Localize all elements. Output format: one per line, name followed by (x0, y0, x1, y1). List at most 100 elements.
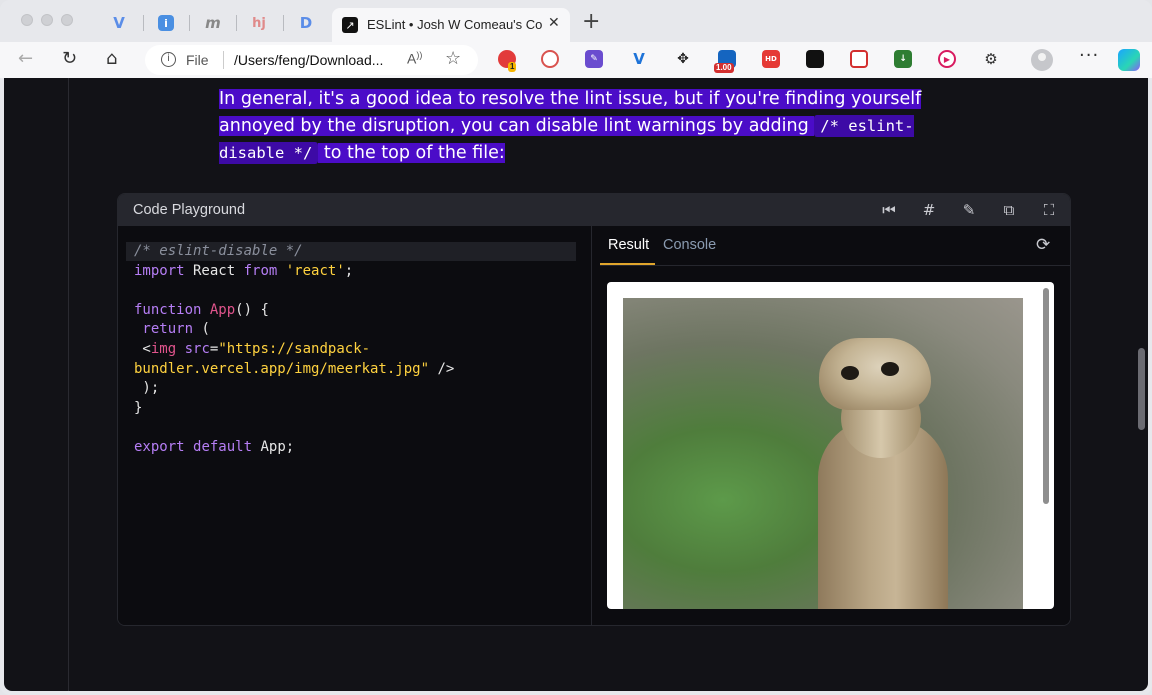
code-token: React (184, 262, 244, 279)
page-scrollbar[interactable] (1138, 348, 1145, 430)
reset-icon[interactable]: ⏮ (878, 200, 900, 222)
code-token: from (243, 262, 278, 279)
code-line[interactable]: import React from 'react'; (134, 262, 353, 281)
zoom-window-button[interactable] (61, 14, 73, 26)
article-paragraph: In general, it's a good idea to resolve … (219, 86, 954, 167)
code-token: import (134, 262, 185, 279)
code-token: function (134, 301, 202, 318)
code-line[interactable]: function App() { (134, 301, 269, 320)
home-icon[interactable]: ⌂ (106, 48, 117, 69)
code-token: ); (134, 380, 160, 397)
open-external-icon[interactable]: ⧉ (998, 200, 1020, 222)
meerkat-eye (841, 366, 859, 380)
code-line[interactable]: ); (134, 379, 159, 398)
code-token: App; (252, 439, 295, 455)
code-playground: Code Playground ⏮ # ✎ ⧉ ⛶ /* eslint-disa… (117, 193, 1071, 626)
edit-extension-icon[interactable]: ✎ (585, 50, 603, 68)
back-icon[interactable]: ← (18, 48, 33, 69)
download-extension-icon[interactable]: ↓ (894, 50, 912, 68)
code-line[interactable]: return ( (134, 320, 210, 339)
pinned-tab-4[interactable]: hj (248, 12, 270, 34)
code-token: ( (193, 321, 210, 338)
active-tab[interactable]: ↗ ESLint • Josh W Comeau's Course Platfo… (332, 8, 570, 42)
m-tab-icon: m (205, 14, 221, 32)
meerkat-eye (881, 362, 899, 376)
code-line[interactable]: } (134, 399, 142, 418)
code-token: src (184, 341, 210, 357)
code-line[interactable]: export default App; (134, 438, 294, 457)
favorite-star-icon[interactable]: ☆ (445, 48, 461, 69)
tab-title: ESLint • Josh W Comeau's Course Platform (367, 17, 542, 32)
puzzle-extension-icon[interactable]: ⚙ (982, 50, 1000, 68)
close-window-button[interactable] (21, 14, 33, 26)
code-editor[interactable]: /* eslint-disable */ import React from 'r… (118, 226, 591, 625)
url-scheme: File (186, 52, 209, 68)
pinned-tab-1[interactable]: V (108, 12, 130, 34)
code-line[interactable]: /* eslint-disable */ (134, 242, 303, 261)
hj-tab-icon: hj (252, 15, 266, 31)
meerkat-image (623, 298, 1023, 609)
tab-separator (236, 15, 237, 31)
pinned-tab-2[interactable]: i (155, 12, 177, 34)
address-divider (223, 51, 224, 69)
read-aloud-icon[interactable]: A)) (407, 50, 422, 67)
minimize-window-button[interactable] (41, 14, 53, 26)
profile-avatar[interactable] (1031, 49, 1053, 71)
fullscreen-icon[interactable]: ⛶ (1038, 200, 1060, 222)
site-info-icon[interactable]: i (161, 52, 176, 67)
pinned-tab-3[interactable]: m (202, 12, 224, 34)
code-token: () { (235, 301, 269, 318)
search-extension-icon[interactable] (541, 50, 559, 68)
address-bar[interactable]: i File /Users/feng/Download... A)) ☆ (145, 45, 478, 75)
camera-extension-icon[interactable] (850, 50, 868, 68)
preview-pane: Result Console ⟳ (592, 226, 1070, 625)
content-guide-line (68, 78, 69, 691)
vee-icon: V (113, 14, 125, 32)
hd-extension-icon[interactable]: HD (762, 50, 780, 68)
info-tab-icon: i (158, 15, 174, 31)
pinned-tab-5[interactable]: D (295, 12, 317, 34)
code-line[interactable]: <img src="https://sandpack- (134, 340, 370, 359)
tab-separator (143, 15, 144, 31)
close-tab-icon[interactable]: ✕ (548, 15, 560, 31)
tiles-extension-icon[interactable] (806, 50, 824, 68)
reload-icon[interactable]: ↻ (62, 48, 77, 69)
vee-extension-icon[interactable]: V (630, 50, 648, 68)
more-menu-icon[interactable]: ··· (1079, 45, 1099, 66)
page-viewport: In general, it's a good idea to resolve … (4, 78, 1148, 691)
browser-window: V i m hj D ↗ ESLint • Josh W Comeau's Co… (0, 0, 1152, 695)
format-icon[interactable]: # (918, 200, 940, 222)
tab-console[interactable]: Console (663, 237, 716, 253)
d-tab-icon: D (299, 14, 313, 32)
code-token: /* eslint-disable */ (134, 243, 303, 259)
code-token: ; (344, 262, 354, 279)
result-scrollbar[interactable] (1043, 288, 1049, 504)
url-text[interactable]: /Users/feng/Download... (234, 52, 383, 68)
code-token: } (134, 399, 143, 416)
tab-result[interactable]: Result (608, 237, 649, 253)
edit-icon[interactable]: ✎ (958, 200, 980, 222)
paragraph-text-end: to the top of the file: (318, 143, 505, 163)
play-extension-icon[interactable]: ▶ (938, 50, 956, 68)
move-extension-icon[interactable]: ✥ (674, 50, 692, 68)
code-token: export (134, 439, 185, 455)
tab-separator (189, 15, 190, 31)
code-line[interactable]: bundler.vercel.app/img/meerkat.jpg" /> (134, 360, 454, 379)
code-token: return (134, 321, 194, 338)
new-tab-icon[interactable]: + (582, 9, 600, 34)
refresh-icon[interactable]: ⟳ (1036, 235, 1050, 255)
code-token: img (150, 341, 177, 357)
meerkat-head (819, 338, 931, 410)
code-token: /> (429, 360, 455, 377)
copilot-icon[interactable] (1118, 49, 1140, 71)
result-frame[interactable] (607, 282, 1054, 609)
tabs-divider (600, 265, 1070, 266)
code-token: App (209, 301, 236, 318)
code-token: default (193, 439, 253, 455)
code-token: 'react' (285, 262, 345, 279)
playground-title: Code Playground (133, 202, 246, 218)
